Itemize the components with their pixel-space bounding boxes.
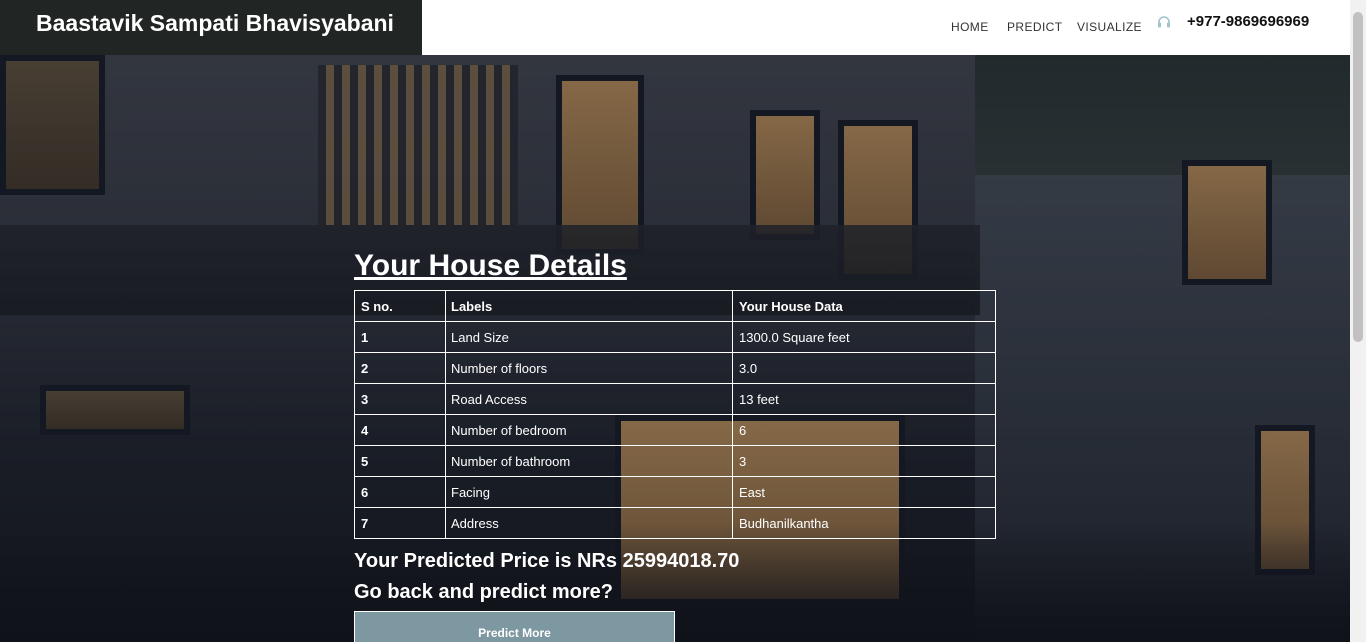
table-row: 6 Facing East xyxy=(354,476,996,508)
row-label: Number of bathroom xyxy=(445,445,733,477)
nav-visualize-link[interactable]: VISUALIZE xyxy=(1077,20,1142,34)
row-sno: 3 xyxy=(354,383,446,415)
column-header-sno: S no. xyxy=(354,290,446,322)
row-sno: 1 xyxy=(354,321,446,353)
row-label: Number of bedroom xyxy=(445,414,733,446)
row-value: 13 feet xyxy=(732,383,996,415)
row-value: East xyxy=(732,476,996,508)
row-value: 6 xyxy=(732,414,996,446)
table-row: 4 Number of bedroom 6 xyxy=(354,414,996,446)
nav-predict-link[interactable]: PREDICT xyxy=(1007,20,1062,34)
brand-block: Baastavik Sampati Bhavisyabani xyxy=(0,0,422,55)
table-header-row: S no. Labels Your House Data xyxy=(354,290,996,322)
predict-more-button[interactable]: Predict More xyxy=(354,611,675,642)
column-header-labels: Labels xyxy=(445,290,733,322)
table-row: 3 Road Access 13 feet xyxy=(354,383,996,415)
phone-number: +977-9869696969 xyxy=(1187,13,1310,30)
headset-icon xyxy=(1156,14,1172,30)
table-row: 7 Address Budhanilkantha xyxy=(354,507,996,539)
table-row: 5 Number of bathroom 3 xyxy=(354,445,996,477)
house-details-section: Your House Details S no. Labels Your Hou… xyxy=(354,248,996,642)
row-value: 3 xyxy=(732,445,996,477)
row-sno: 4 xyxy=(354,414,446,446)
house-details-table: S no. Labels Your House Data 1 Land Size… xyxy=(354,290,996,539)
table-row: 1 Land Size 1300.0 Square feet xyxy=(354,321,996,353)
row-label: Road Access xyxy=(445,383,733,415)
row-value: 1300.0 Square feet xyxy=(732,321,996,353)
brand-title[interactable]: Baastavik Sampati Bhavisyabani xyxy=(36,10,394,37)
row-label: Number of floors xyxy=(445,352,733,384)
go-back-prompt: Go back and predict more? xyxy=(354,581,613,603)
row-sno: 7 xyxy=(354,507,446,539)
row-label: Land Size xyxy=(445,321,733,353)
row-label: Address xyxy=(445,507,733,539)
row-value: 3.0 xyxy=(732,352,996,384)
row-sno: 5 xyxy=(354,445,446,477)
table-row: 2 Number of floors 3.0 xyxy=(354,352,996,384)
row-label: Facing xyxy=(445,476,733,508)
nav-home-link[interactable]: HOME xyxy=(951,20,989,34)
page-title: Your House Details xyxy=(354,249,627,282)
page-scrollbar[interactable] xyxy=(1350,0,1366,642)
row-sno: 6 xyxy=(354,476,446,508)
column-header-data: Your House Data xyxy=(732,290,996,322)
row-sno: 2 xyxy=(354,352,446,384)
row-value: Budhanilkantha xyxy=(732,507,996,539)
scrollbar-thumb[interactable] xyxy=(1353,12,1363,342)
predicted-price-text: Your Predicted Price is NRs 25994018.70 xyxy=(354,550,740,572)
top-navbar: Baastavik Sampati Bhavisyabani HOME PRED… xyxy=(0,0,1350,55)
